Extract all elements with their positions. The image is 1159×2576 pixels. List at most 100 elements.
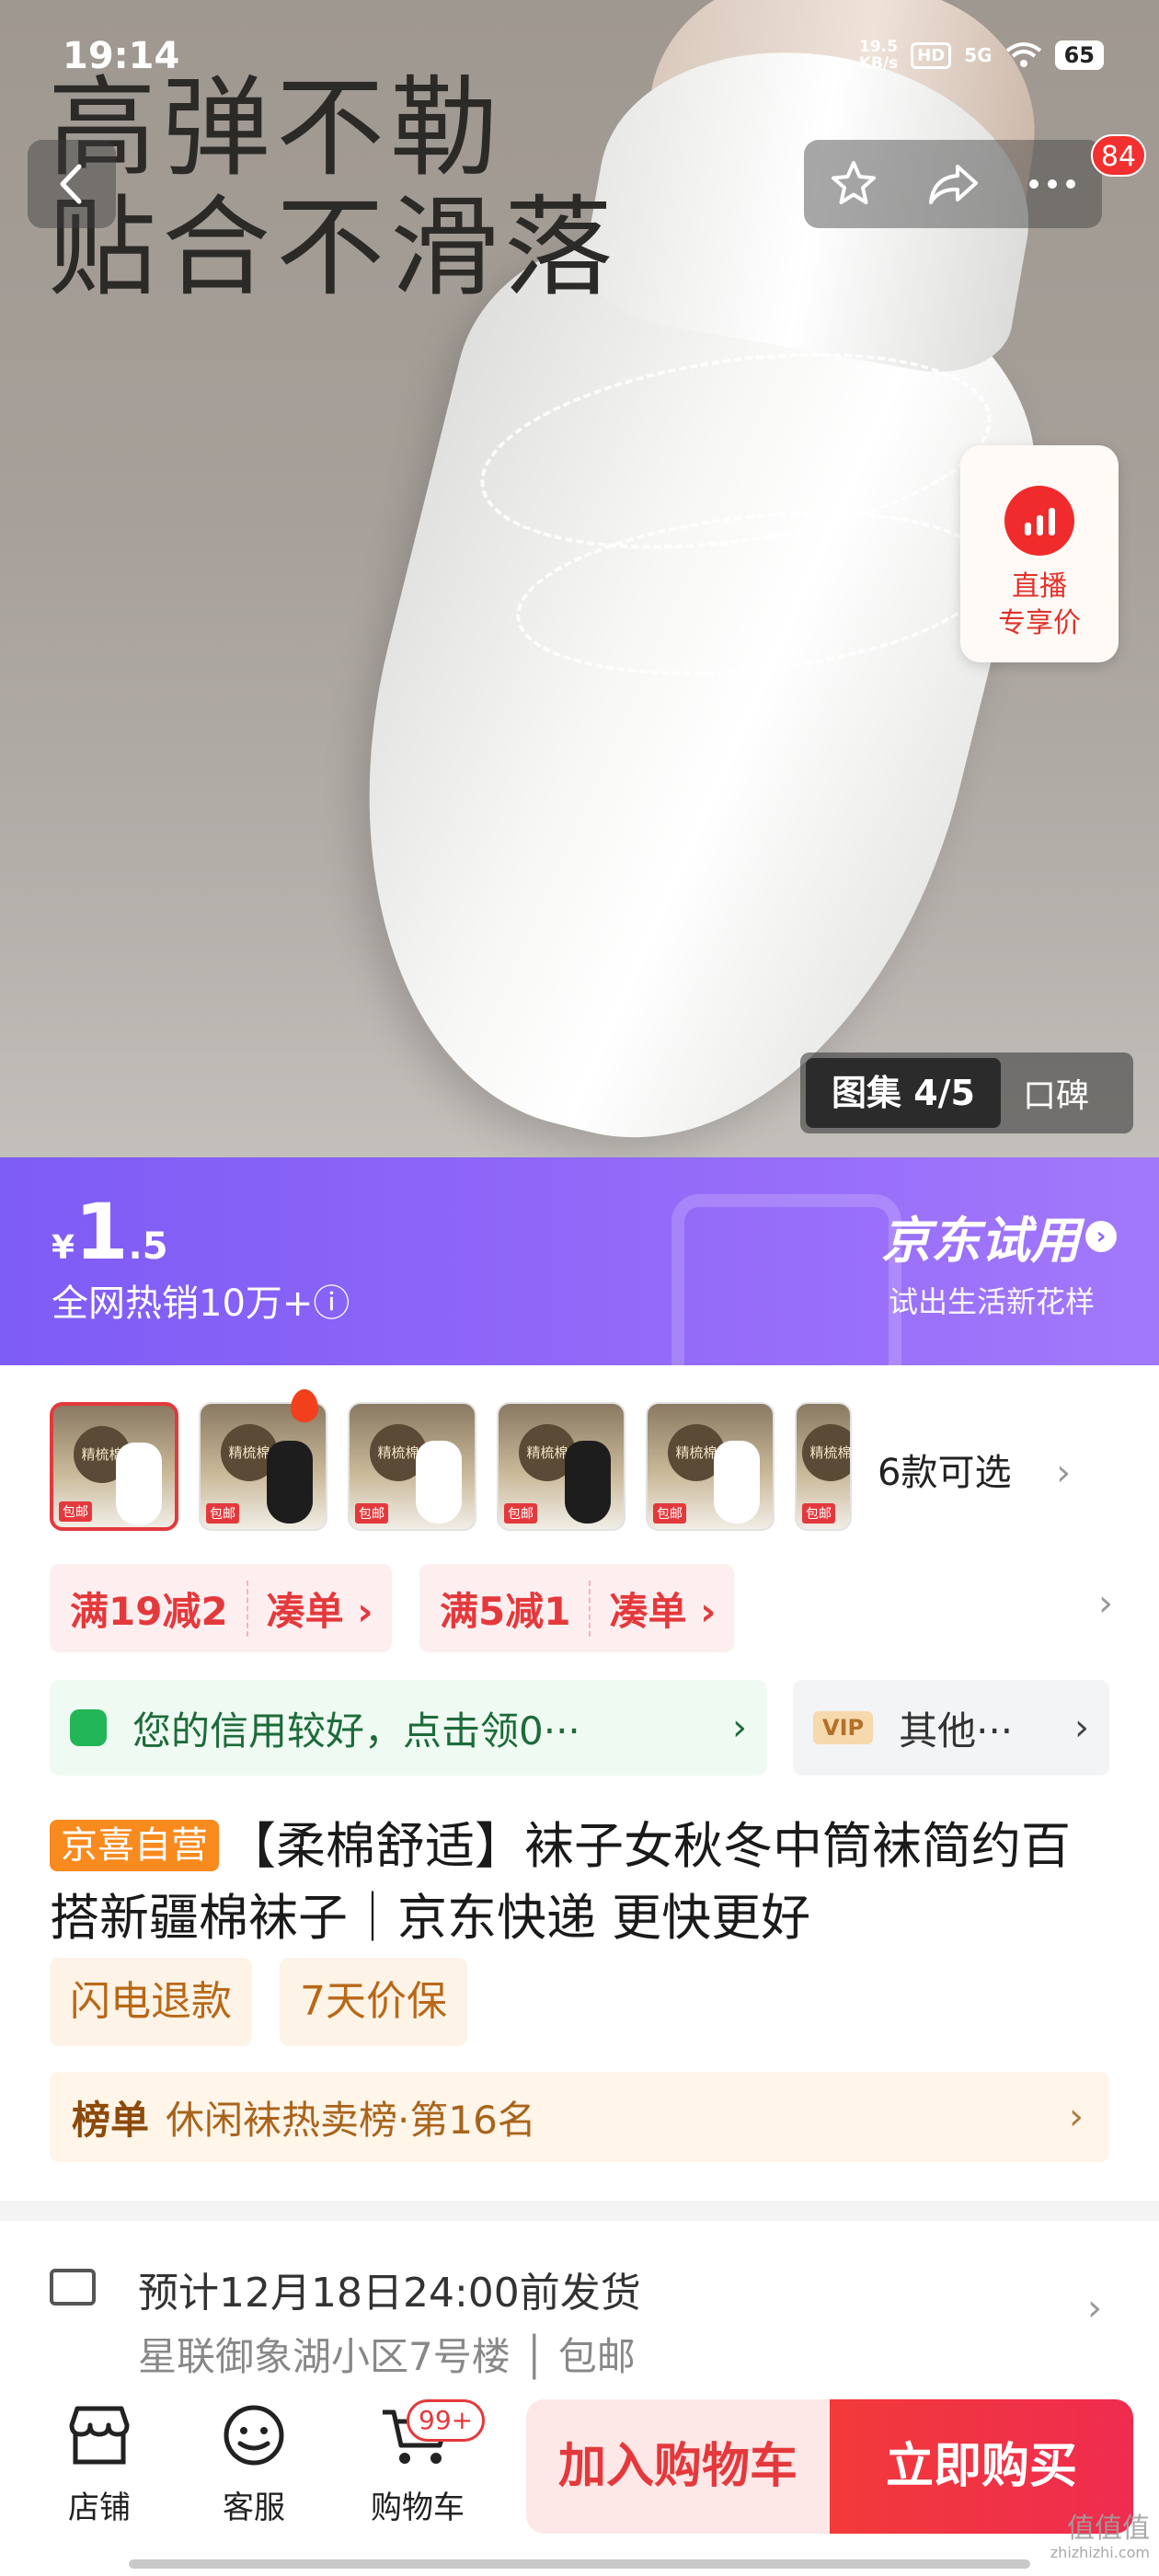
rank-text: 休闲袜热卖榜·第16名 — [166, 2097, 536, 2143]
jd-trial-link[interactable]: 京东试用 › — [881, 1200, 1117, 1272]
truck-icon — [50, 2269, 96, 2306]
customer-service-button[interactable]: 客服 — [189, 2401, 318, 2527]
wifi-icon — [1005, 42, 1041, 67]
variant-selector: 精梳棉 包邮 精梳棉 包邮 精梳棉 包邮 精梳棉 包邮 精梳棉 包邮 精梳棉 包… — [50, 1389, 1135, 1531]
chevron-right-icon: › — [1087, 2287, 1102, 2329]
sock-thumb-image — [267, 1441, 313, 1524]
sock-thumb-image — [565, 1441, 611, 1524]
favorite-button[interactable] — [812, 143, 895, 225]
variant-count-label: 6款可选 — [878, 1452, 1012, 1494]
status-bar: 19:14 19.5 KB/s HD 5G 65 — [0, 33, 1159, 88]
variant-thumb[interactable]: 精梳棉 包邮 — [348, 1402, 476, 1531]
customer-service-label: 客服 — [223, 2490, 285, 2526]
variant-thumb-tag: 包邮 — [653, 1503, 686, 1524]
price-integer: 1 — [75, 1187, 129, 1277]
shipping-estimate: 预计12月18日24:00前发货 — [138, 2270, 641, 2317]
back-button[interactable] — [28, 140, 116, 228]
variant-thumb[interactable]: 精梳棉 包邮 — [50, 1402, 178, 1531]
cart-label: 购物车 — [371, 2490, 465, 2526]
price-banner: ¥1.5 全网热销10万+ⓘ 京东试用 › 试出生活新花样 — [0, 1157, 1159, 1365]
share-button[interactable] — [912, 143, 994, 225]
chevron-right-icon[interactable]: › — [1098, 1582, 1113, 1625]
bottom-action-bar: 店铺 客服 购物车 99+ 加入购物车 立即购买 — [0, 2383, 1159, 2576]
service-chips: 闪电退款 7天价保 — [50, 1958, 467, 2046]
more-button[interactable] — [1011, 143, 1094, 225]
chevron-left-icon — [60, 164, 82, 204]
variant-thumb-tag: 包邮 — [802, 1503, 835, 1524]
variant-thumb[interactable]: 精梳棉 包邮 — [497, 1402, 625, 1531]
price-decimal: .5 — [128, 1225, 168, 1268]
shipping-address: 星联御象湖小区7号楼 │ 包邮 — [138, 2334, 636, 2379]
vip-badge: VIP — [813, 1711, 874, 1744]
variant-thumb-tag: 包邮 — [206, 1503, 239, 1524]
battery-icon: 65 — [1054, 40, 1104, 70]
watermark-sub: zhizhizhi.com — [1050, 2544, 1150, 2561]
tab-reviews[interactable]: 口碑 — [1001, 1069, 1111, 1117]
coupon-value: 满5减1 — [419, 1580, 591, 1637]
trial-title: 京东试用 — [881, 1212, 1080, 1270]
variant-thumb-tag: 包邮 — [355, 1503, 388, 1524]
coupon-action: 凑单 › — [609, 1588, 717, 1634]
variant-thumb-label: 精梳棉 — [802, 1424, 850, 1481]
chip-fast-refund[interactable]: 闪电退款 — [50, 1958, 252, 2046]
chip-price-protection[interactable]: 7天价保 — [280, 1958, 467, 2046]
live-price-button[interactable]: 直播 专享价 — [960, 445, 1119, 662]
sock-thumb-image — [116, 1443, 162, 1525]
signal-icon: 5G — [964, 44, 993, 66]
chat-face-icon — [215, 2401, 293, 2469]
gallery-switch: 图集 4/5 口碑 — [800, 1052, 1133, 1133]
store-icon — [61, 2401, 138, 2469]
price: ¥1.5 — [52, 1187, 168, 1277]
sales-info[interactable]: 全网热销10万+ⓘ — [52, 1273, 350, 1327]
live-label-line1: 直播 — [1012, 570, 1067, 603]
vip-offer[interactable]: VIP 其他··· › — [793, 1680, 1109, 1776]
share-icon — [929, 165, 978, 204]
shopping-bag-icon — [671, 1194, 901, 1365]
variant-count[interactable]: 6款可选 › — [878, 1443, 1071, 1496]
ranking-banner[interactable]: 榜单 休闲袜热卖榜·第16名 › — [50, 2072, 1109, 2162]
cart-count-badge: 99+ — [407, 2399, 486, 2442]
currency-symbol: ¥ — [52, 1229, 75, 1267]
top-action-group — [804, 140, 1102, 228]
star-icon — [832, 161, 876, 204]
watermark-main: 值值值 — [1067, 2513, 1150, 2545]
hero-slogan-line1: 高弹不勒 — [48, 64, 505, 191]
store-button[interactable]: 店铺 — [35, 2401, 164, 2527]
vip-offer-text: 其他··· — [899, 1708, 1014, 1754]
chevron-right-icon: › — [1085, 1220, 1117, 1252]
add-to-cart-button[interactable]: 加入购物车 — [526, 2399, 830, 2534]
chevron-right-icon: › — [1056, 1452, 1072, 1494]
home-indicator[interactable] — [129, 2559, 1030, 2569]
live-label-line2: 专享价 — [998, 607, 1081, 639]
product-title: 京喜自营 【柔棉舒适】袜子女秋冬中筒袜简约百搭新疆棉袜子｜京东快递 更快更好 — [50, 1811, 1117, 1954]
shopping-bag-icon — [70, 1709, 107, 1746]
hero-slogan-line2: 贴合不滑落 — [48, 184, 619, 311]
net-speed-unit: KB/s — [858, 54, 899, 73]
more-dots-icon — [1029, 179, 1075, 189]
coupon[interactable]: 满19减2 凑单 › — [50, 1564, 392, 1652]
chevron-right-icon: › — [732, 1707, 747, 1749]
status-time: 19:14 — [63, 35, 180, 77]
sock-thumb-image — [714, 1441, 760, 1524]
net-speed: 19.5 KB/s — [859, 39, 898, 72]
message-count-badge: 84 — [1091, 134, 1146, 177]
credit-offer-text: 您的信用较好，点击领0··· — [132, 1708, 580, 1754]
coupon-action: 凑单 › — [266, 1588, 373, 1634]
fire-icon — [291, 1389, 318, 1422]
coupon-row: 满19减2 凑单 › 满5减1 凑单 › › — [50, 1564, 1135, 1652]
section-divider — [0, 2201, 1159, 2221]
coupon[interactable]: 满5减1 凑单 › — [419, 1564, 735, 1652]
rank-label: 榜单 — [72, 2097, 150, 2143]
coupon-value: 满19减2 — [50, 1580, 248, 1637]
tab-gallery[interactable]: 图集 4/5 — [806, 1058, 1001, 1128]
store-label: 店铺 — [68, 2490, 131, 2526]
variant-thumb[interactable]: 精梳棉 包邮 — [646, 1402, 775, 1531]
net-speed-value: 19.5 — [859, 38, 898, 56]
variant-thumb[interactable]: 精梳棉 包邮 — [795, 1402, 852, 1531]
credit-offer[interactable]: 您的信用较好，点击领0··· › — [50, 1680, 767, 1776]
chevron-right-icon: › — [1074, 1707, 1089, 1749]
sock-thumb-image — [416, 1441, 462, 1524]
variant-thumb-tag: 包邮 — [504, 1503, 537, 1524]
self-operated-badge: 京喜自营 — [50, 1820, 219, 1871]
live-icon — [1004, 486, 1074, 556]
